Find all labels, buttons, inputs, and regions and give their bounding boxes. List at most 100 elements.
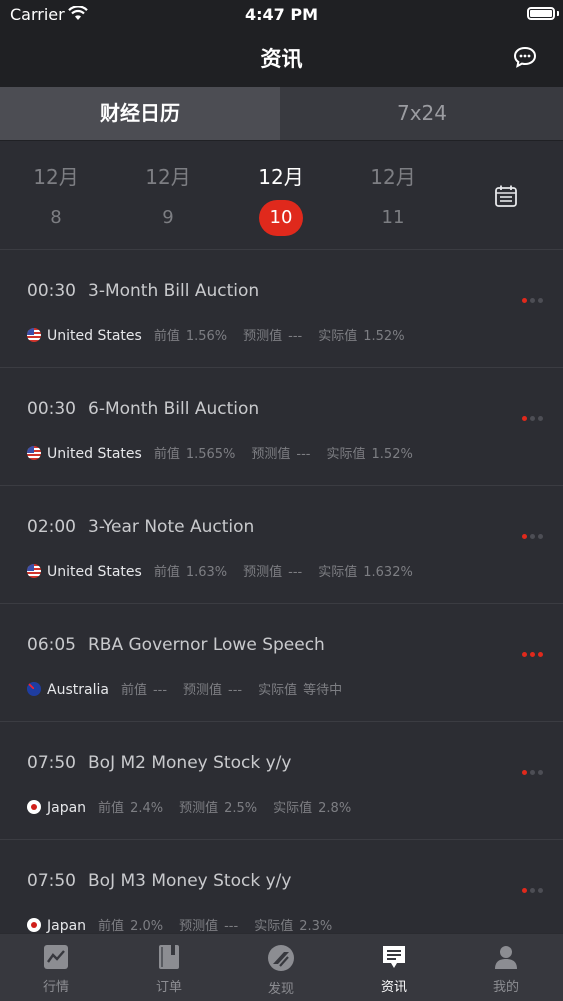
event-row[interactable]: 07:50 BoJ M2 Money Stock y/y Japan 前值 2.4% 预… (0, 722, 563, 840)
forecast-value: --- (288, 565, 303, 580)
calendar-icon[interactable] (494, 184, 518, 208)
tab-label: 资讯 (380, 980, 407, 995)
actual-label: 实际值 (326, 447, 366, 462)
previous-label: 前值 (153, 329, 180, 344)
importance-dot (538, 652, 543, 657)
event-title: BoJ M2 Money Stock y/y (88, 753, 292, 773)
japan-flag-icon (27, 918, 41, 932)
us-flag-icon (27, 564, 41, 578)
importance-dot (522, 416, 527, 421)
event-heading: 00:30 6-Month Bill Auction (27, 399, 259, 419)
event-time: 02:00 (27, 517, 76, 537)
event-time: 07:50 (27, 871, 76, 891)
date-day: 8 (50, 207, 62, 228)
importance-dot (522, 770, 527, 775)
event-row[interactable]: 02:00 3-Year Note Auction United States 前值… (0, 486, 563, 604)
date-item-selected[interactable]: 12月 10 (241, 141, 321, 236)
actual-value: 1.52% (363, 329, 405, 344)
actual-value: 1.52% (371, 447, 413, 462)
importance-dot (538, 416, 543, 421)
forecast-value: --- (288, 329, 303, 344)
importance-indicator (519, 288, 543, 307)
actual-value: 1.632% (363, 565, 413, 580)
event-row[interactable]: 06:05 RBA Governor Lowe Speech Australia 前… (0, 604, 563, 722)
forecast-label: 预测值 (243, 329, 283, 344)
event-row[interactable]: 00:30 3-Month Bill Auction United States 前… (0, 250, 563, 368)
event-list: 00:30 3-Month Bill Auction United States 前… (0, 250, 563, 958)
tab-label: 行情 (42, 980, 69, 995)
us-flag-icon (27, 328, 41, 342)
bottom-tab-bar: 行情 订单 发现 资讯 我的 (0, 933, 563, 1001)
event-heading: 06:05 RBA Governor Lowe Speech (27, 635, 325, 655)
importance-dot (522, 534, 527, 539)
previous-value: --- (152, 683, 168, 698)
tab-orders[interactable]: 订单 (113, 934, 225, 1001)
australia-flag-icon (27, 682, 41, 696)
tab-7x24[interactable]: 7x24 (281, 87, 563, 140)
event-country: United States (47, 446, 142, 462)
forecast-value: --- (228, 683, 243, 698)
tab-market[interactable]: 行情 (0, 934, 112, 1001)
previous-value: 1.565% (185, 447, 236, 462)
event-title: RBA Governor Lowe Speech (88, 635, 325, 655)
actual-label: 实际值 (258, 683, 298, 698)
battery-tip (557, 11, 559, 16)
book-icon (159, 945, 179, 969)
actual-value: 2.8% (318, 801, 352, 816)
chat-bubble-icon[interactable] (513, 46, 537, 68)
importance-dot (530, 534, 535, 539)
event-title: BoJ M3 Money Stock y/y (88, 871, 292, 891)
previous-value: 1.63% (185, 565, 228, 580)
status-bar: Carrier 4:47 PM (0, 0, 563, 30)
date-month: 12月 (258, 165, 304, 189)
previous-value: 1.56% (185, 329, 228, 344)
importance-dot (530, 888, 535, 893)
chart-icon (44, 945, 68, 969)
tab-financial-calendar[interactable]: 财经日历 (0, 87, 280, 140)
forecast-value: --- (296, 447, 311, 462)
event-details: United States 前值 1.63% 预测值 --- 实际值 1.632% (27, 561, 429, 580)
japan-flag-icon (27, 800, 41, 814)
forecast-label: 预测值 (179, 801, 219, 816)
date-month: 12月 (33, 165, 79, 189)
tab-discover[interactable]: 发现 (225, 934, 337, 1001)
importance-dot (530, 416, 535, 421)
page-title: 资讯 (260, 47, 303, 71)
date-day: 9 (162, 207, 174, 228)
previous-value: 2.4% (130, 801, 164, 816)
tab-label: 订单 (155, 980, 182, 995)
tab-label: 我的 (492, 980, 519, 995)
event-country: United States (47, 328, 142, 344)
actual-label: 实际值 (254, 919, 294, 934)
person-icon (495, 946, 517, 969)
news-icon (383, 946, 405, 968)
date-day-selected: 10 (259, 200, 303, 236)
importance-dot (538, 888, 543, 893)
event-title: 6-Month Bill Auction (88, 399, 260, 419)
event-time: 06:05 (27, 635, 76, 655)
event-details: Japan 前值 2.4% 预测值 2.5% 实际值 2.8% (27, 797, 367, 816)
event-title: 3-Month Bill Auction (88, 281, 260, 301)
event-heading: 07:50 BoJ M2 Money Stock y/y (27, 753, 291, 773)
event-heading: 07:50 BoJ M3 Money Stock y/y (27, 871, 291, 891)
event-country: Australia (47, 682, 109, 698)
importance-dot (522, 298, 527, 303)
segmented-control: 财经日历 7x24 (0, 87, 563, 141)
date-item[interactable]: 12月 11 (353, 141, 433, 236)
tab-profile[interactable]: 我的 (450, 934, 562, 1001)
navigation-bar: 资讯 (0, 30, 563, 87)
date-item[interactable]: 12月 8 (16, 141, 96, 236)
event-details: Japan 前值 2.0% 预测值 --- 实际值 2.3% (27, 915, 348, 934)
importance-dot (538, 534, 543, 539)
battery-icon (527, 7, 555, 20)
event-row[interactable]: 00:30 6-Month Bill Auction United States 前… (0, 368, 563, 486)
tab-news[interactable]: 资讯 (338, 934, 450, 1001)
event-country: United States (47, 564, 142, 580)
previous-label: 前值 (98, 801, 125, 816)
date-item[interactable]: 12月 9 (128, 141, 208, 236)
event-heading: 02:00 3-Year Note Auction (27, 517, 254, 537)
forecast-label: 预测值 (251, 447, 291, 462)
event-title: 3-Year Note Auction (88, 517, 255, 537)
actual-label: 实际值 (273, 801, 313, 816)
importance-indicator (519, 524, 543, 543)
